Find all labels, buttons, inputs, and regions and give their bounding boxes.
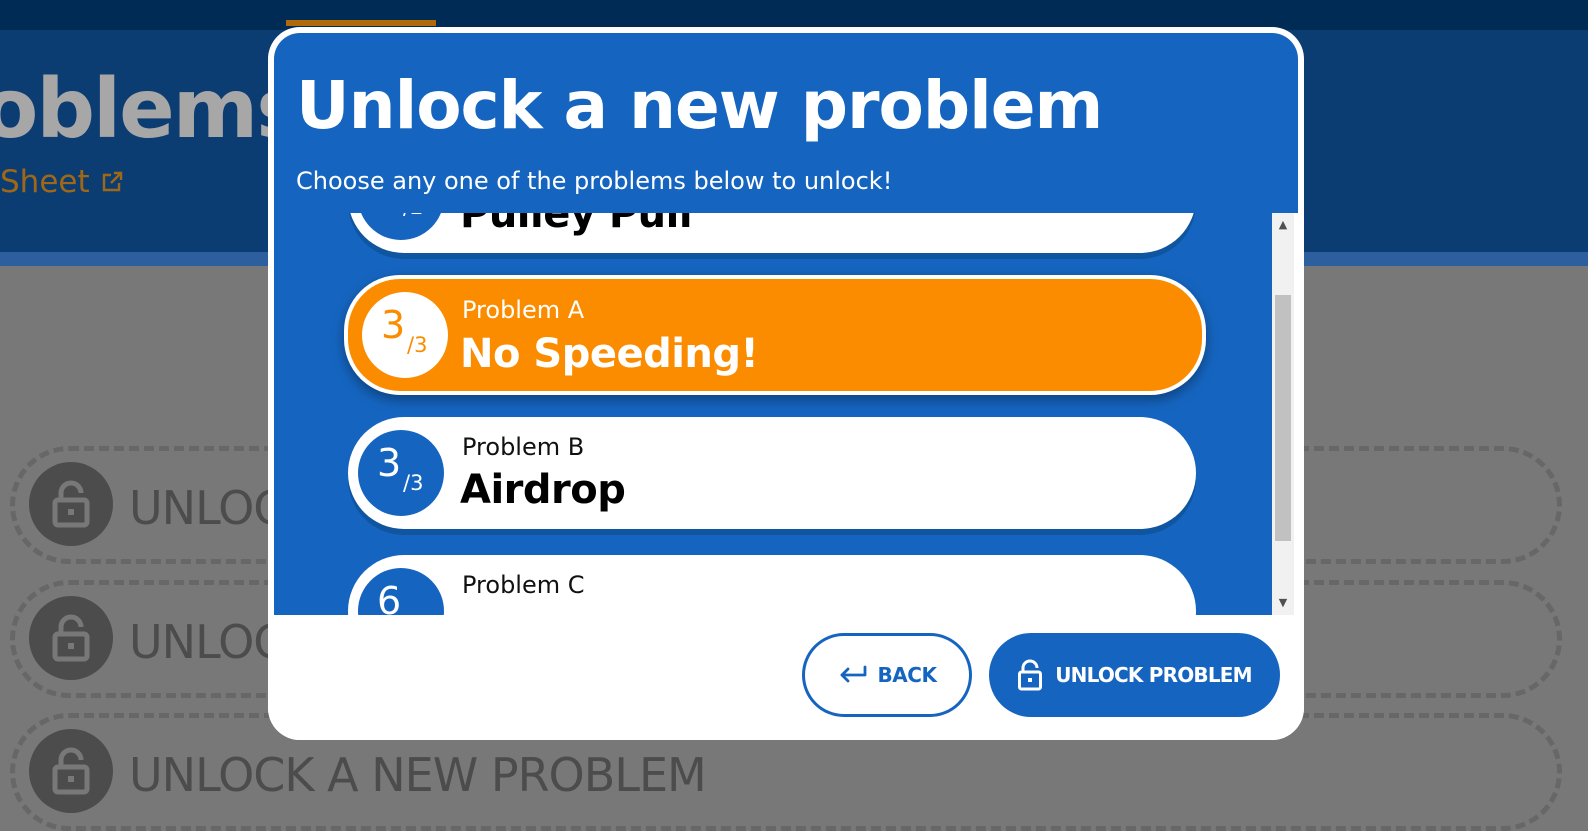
- dialog-footer: BACK UNLOCK PROBLEM: [268, 615, 1304, 740]
- page-title: oblems: [0, 62, 305, 157]
- sheet-link[interactable]: Sheet: [0, 164, 124, 200]
- problem-list[interactable]: /2 Pulley Pull 3 /3 Problem A No Speedin…: [274, 213, 1272, 615]
- problem-list-scrollbar[interactable]: ▲ ▼: [1272, 213, 1294, 615]
- points-max: /3: [403, 471, 424, 495]
- problem-name: No Speeding!: [460, 331, 759, 377]
- problem-card-pulley-pull[interactable]: /2 Pulley Pull: [348, 213, 1196, 253]
- scroll-thumb[interactable]: [1275, 295, 1291, 541]
- padlock-icon: [52, 747, 90, 795]
- problem-name: Airdrop: [460, 467, 626, 513]
- back-button-label: BACK: [877, 663, 937, 687]
- problem-letter: Problem A: [462, 296, 585, 324]
- problem-name: Pulley Pull: [460, 213, 693, 237]
- unlock-problem-dialog: Unlock a new problem Choose any one of t…: [268, 27, 1304, 740]
- padlock-icon: [1018, 659, 1043, 691]
- padlock-icon: [52, 480, 90, 528]
- points-value: 3: [381, 303, 406, 347]
- unlock-problem-button[interactable]: UNLOCK PROBLEM: [989, 633, 1280, 717]
- top-app-bar: [0, 0, 1588, 30]
- dialog-title: Unlock a new problem: [296, 67, 1103, 144]
- problem-card-a[interactable]: 3 /3 Problem A No Speeding!: [344, 275, 1206, 395]
- external-link-icon: [102, 171, 122, 192]
- points-badge: /2: [358, 213, 444, 240]
- active-tab-indicator: [286, 20, 436, 26]
- points-max: /3: [407, 333, 428, 357]
- padlock-icon: [52, 614, 90, 662]
- points-badge: 3 /3: [358, 430, 444, 516]
- return-arrow-icon: [840, 665, 866, 683]
- problem-letter: Problem B: [462, 433, 585, 461]
- dialog-header: Unlock a new problem Choose any one of t…: [274, 33, 1298, 213]
- problem-letter: Problem C: [462, 571, 585, 599]
- scroll-up-arrow-icon[interactable]: ▲: [1272, 217, 1294, 233]
- lock-circle: [29, 729, 113, 813]
- sheet-link-label: Sheet: [0, 164, 90, 200]
- back-button[interactable]: BACK: [802, 633, 972, 717]
- unlock-slot-label: UNLOCK A NEW PROBLEM: [129, 748, 707, 802]
- dialog-subtitle: Choose any one of the problems below to …: [296, 167, 893, 195]
- problem-card-c[interactable]: 6 Problem C: [348, 555, 1196, 615]
- lock-circle: [29, 462, 113, 546]
- points-badge: 6: [358, 568, 444, 615]
- points-badge: 3 /3: [362, 292, 448, 378]
- scroll-down-arrow-icon[interactable]: ▼: [1272, 595, 1294, 611]
- lock-circle: [29, 596, 113, 680]
- points-max: /2: [403, 213, 423, 218]
- problem-card-b[interactable]: 3 /3 Problem B Airdrop: [348, 417, 1196, 529]
- points-value: 3: [377, 441, 402, 485]
- unlock-button-label: UNLOCK PROBLEM: [1055, 663, 1252, 687]
- points-value: 6: [377, 579, 402, 615]
